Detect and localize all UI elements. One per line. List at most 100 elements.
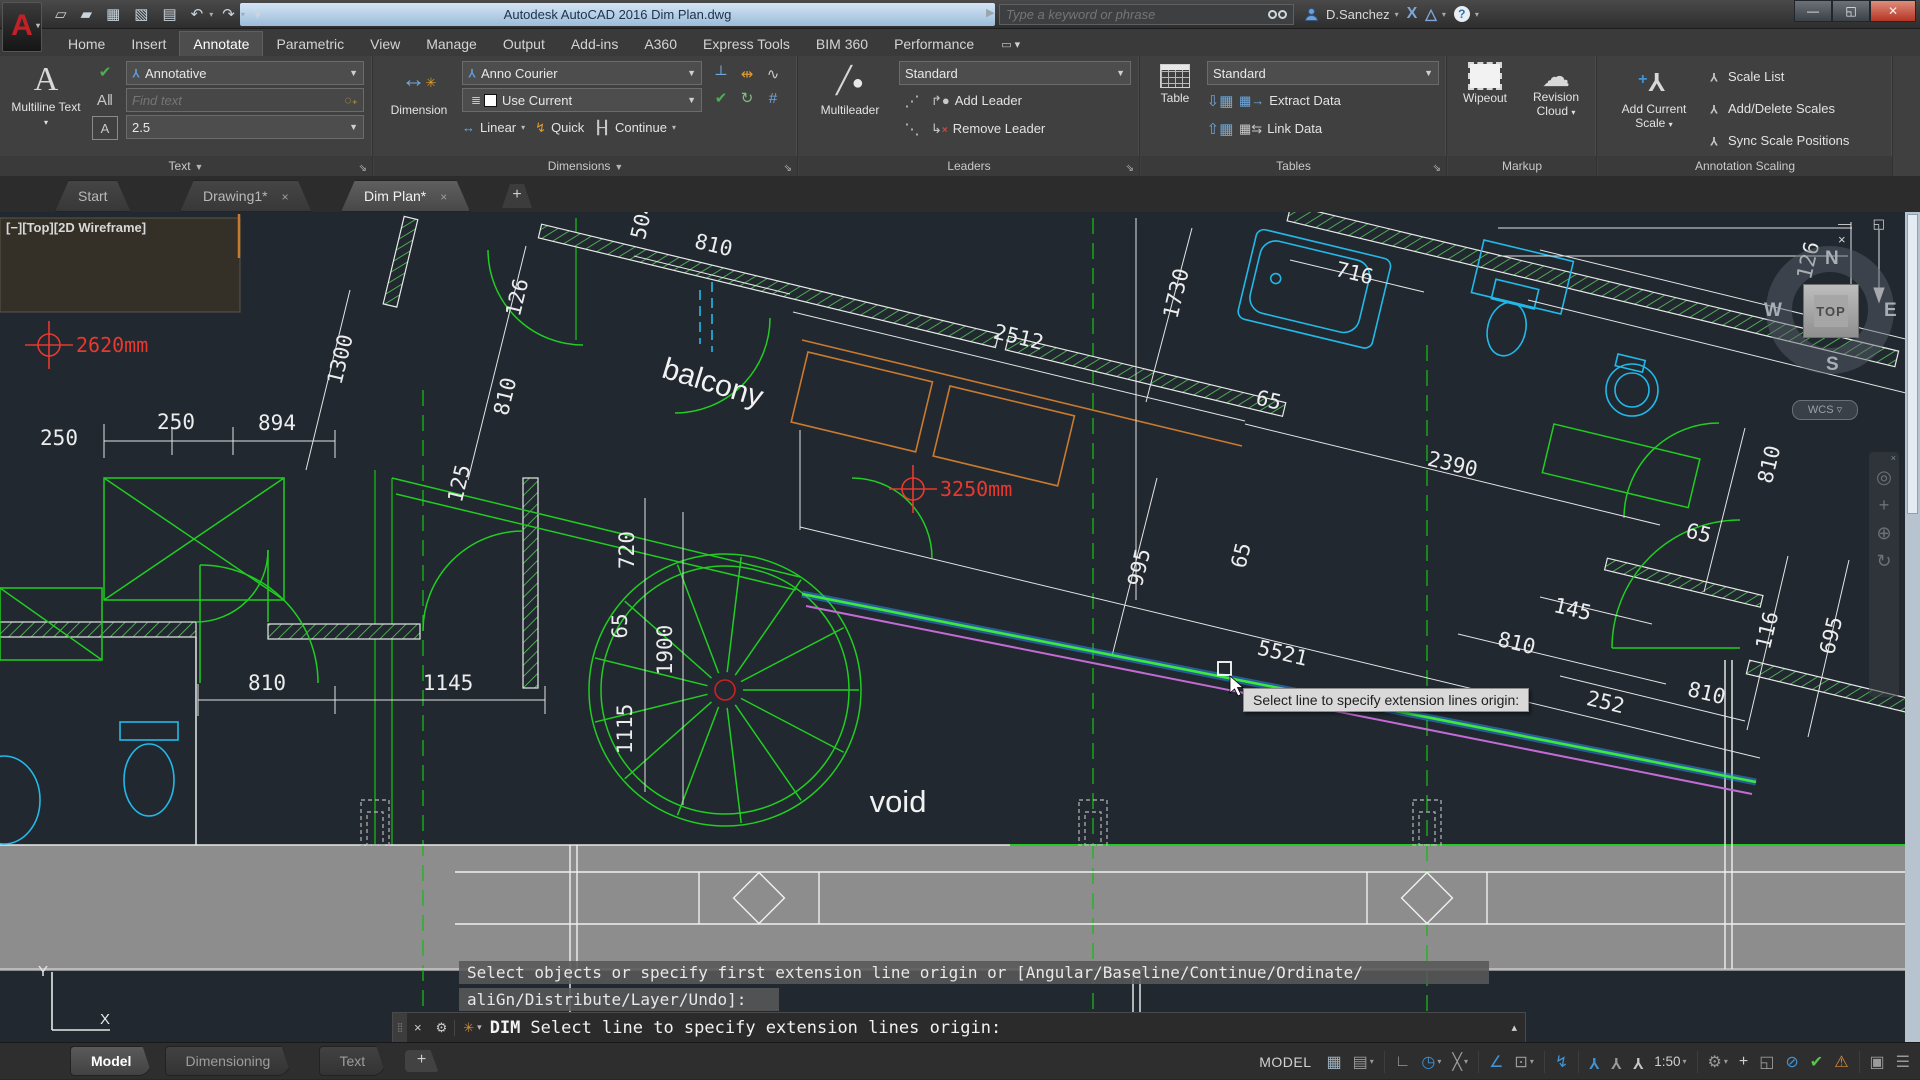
dimension-break-icon[interactable]: ┴ [708,62,734,86]
multiline-text-button[interactable]: A Multiline Text ▾ [10,60,82,128]
inspect-icon[interactable]: ✔ [708,86,734,110]
upload-data-icon[interactable]: ⇧▦ [1207,117,1233,141]
table-style-dropdown[interactable]: Standard▼ [1207,61,1439,85]
customization-icon[interactable]: ☰ [1892,1050,1914,1074]
link-data-button[interactable]: ▦⇆ Link Data [1239,116,1322,141]
redo-icon[interactable]: ↷ [217,4,240,24]
viewcube[interactable]: N W E S TOP [1758,238,1906,388]
plot-icon[interactable]: ▤ [157,4,181,24]
tab-close-icon[interactable]: × [440,190,447,204]
snap-icon[interactable]: ▤▾ [1349,1050,1378,1074]
file-tab-drawing1-[interactable]: Drawing1*× [180,180,312,212]
dynamic-input-icon[interactable]: ↯ [1551,1050,1572,1074]
text-style-dropdown[interactable]: Y Annotative▼ [126,61,364,85]
close-button[interactable]: ✕ [1870,0,1916,22]
viewcube-north[interactable]: N [1825,248,1839,270]
table-button[interactable]: Table [1149,64,1201,105]
tab-close-icon[interactable]: × [282,190,289,204]
leader-align-icon[interactable]: ⋰ [899,89,925,113]
ribbon-tab-bim-360[interactable]: BIM 360 [803,32,881,56]
check-spelling-icon[interactable]: ✔ [92,60,118,84]
wipeout-button[interactable]: Wipeout [1454,64,1516,105]
ribbon-tab-insert[interactable]: Insert [118,32,179,56]
dimension-style-dropdown[interactable]: Y Anno Courier▼ [462,61,702,85]
annotation-scale-icon[interactable]: Y [1629,1051,1648,1073]
scrollbar-thumb[interactable] [1907,214,1918,514]
new-layout-button[interactable]: + [405,1050,439,1072]
vertical-scrollbar[interactable] [1905,212,1920,1042]
viewcube-top-face[interactable]: TOP [1803,284,1859,338]
object-snap-icon[interactable]: ⊡▾ [1510,1050,1537,1074]
ribbon-tab-annotate[interactable]: Annotate [179,31,263,56]
ortho-icon[interactable]: ∟ [1391,1051,1415,1073]
autoscale-icon[interactable]: Y [1607,1051,1626,1073]
panel-annotation-scaling-footer[interactable]: Annotation Scaling [1598,156,1893,176]
table-from-data-icon[interactable]: ⇩▦ [1207,89,1233,113]
navigation-bar[interactable]: × ◎ + ⊕ ↻ [1869,452,1899,697]
annotation-visibility-icon[interactable]: Y [1585,1051,1604,1073]
panel-leaders-footer[interactable]: Leaders ⇘ [799,156,1140,176]
help-caret-icon[interactable]: ▾ [1475,10,1479,19]
leader-collect-icon[interactable]: ⋱ [899,117,925,141]
command-recent-caret-icon[interactable]: ▾ [477,1022,482,1033]
pan-icon[interactable]: + [1879,496,1890,514]
workspace-icon[interactable]: ⚙▾ [1704,1050,1732,1074]
polar-tracking-icon[interactable]: ◷▾ [1417,1050,1445,1074]
panel-dimensions-footer[interactable]: Dimensions▼ ⇘ [374,156,798,176]
viewport-controls[interactable]: [−][Top][2D Wireframe] [6,220,146,235]
clean-screen-icon[interactable]: ▣ [1866,1050,1889,1074]
ribbon-display-toggle-icon[interactable]: ▭ ▾ [1001,38,1020,56]
new-file-icon[interactable]: ▱ [50,4,72,24]
ribbon-tab-performance[interactable]: Performance [881,32,987,56]
viewcube-south[interactable]: S [1826,354,1839,376]
annotation-alert-icon[interactable]: ⚠ [1830,1050,1852,1074]
minimize-button[interactable]: — [1794,0,1832,22]
reassociate-icon[interactable]: # [760,86,786,110]
add-current-scale-button[interactable]: +Y Add Current Scale ▾ [1606,60,1702,130]
extract-data-button[interactable]: ▦→ Extract Data [1239,88,1341,113]
text-height-dropdown[interactable]: 2.5▼ [126,115,364,139]
qat-menu-icon[interactable]: ▾ [249,4,267,24]
find-text-search-icon[interactable]: ◌₊ [345,93,358,107]
save-as-icon[interactable]: ▧ [129,4,153,24]
linear-dimension-button[interactable]: ↔ Linear▾ [462,115,525,140]
command-drag-handle[interactable]: ⣿ [393,1013,407,1042]
undo-icon[interactable]: ↶ [186,4,209,24]
search-expand-icon[interactable]: ▶ [986,6,994,19]
command-customize-icon[interactable]: ⚙ [429,1020,455,1036]
redo-icon-caret[interactable]: ▾ [241,10,245,19]
find-text-input[interactable] [132,93,345,108]
ribbon-tab-a360[interactable]: A360 [631,32,690,56]
a360-icon[interactable]: △ [1425,5,1437,23]
drawing-area[interactable]: 2620mm3250mm 504810126130081012525121730… [0,212,1920,1042]
command-close-icon[interactable]: × [407,1020,429,1035]
a360-caret-icon[interactable]: ▾ [1442,10,1446,19]
zoom-icon[interactable]: ⊕ [1876,524,1891,542]
ribbon-tab-manage[interactable]: Manage [413,32,490,56]
add-delete-scales-button[interactable]: Y Add/Delete Scales [1710,96,1849,121]
quick-dimension-button[interactable]: ↯ Quick [535,115,584,140]
viewcube-west[interactable]: W [1764,300,1782,322]
wcs-menu[interactable]: WCS ▿ [1792,400,1858,420]
orbit-icon[interactable]: ↻ [1876,552,1891,570]
steering-wheel-icon[interactable]: ◎ [1876,468,1892,486]
save-icon[interactable]: ▦ [101,4,125,24]
isodraft-icon[interactable]: ╳▾ [1448,1050,1472,1074]
revision-cloud-button[interactable]: ☁ Revision Cloud ▾ [1522,64,1590,118]
command-line[interactable]: ⣿ × ⚙ ✳ ▾ DIMSelect line to specify exte… [392,1012,1526,1043]
grid-icon[interactable]: ▦ [1322,1050,1345,1074]
open-file-icon[interactable]: ▰ [76,4,98,24]
plan-geometry[interactable] [0,250,1740,845]
quick-properties-icon[interactable]: ◱ [1755,1050,1778,1074]
panel-markup-footer[interactable]: Markup [1448,156,1597,176]
annotation-monitor-icon[interactable]: + [1735,1051,1752,1073]
ribbon-tab-express-tools[interactable]: Express Tools [690,32,803,56]
scale-list-button[interactable]: Y Scale List [1710,64,1849,89]
remove-leader-button[interactable]: ↳× Remove Leader [931,116,1045,141]
object-snap-tracking-icon[interactable]: ∠ [1485,1050,1507,1074]
continue-dimension-button[interactable]: ┠┨ Continue▾ [594,115,676,140]
walls[interactable] [0,212,1920,716]
ribbon-tab-home[interactable]: Home [55,32,118,56]
layout-tab-text[interactable]: Text [319,1046,387,1076]
save-status-icon[interactable]: ✔ [1806,1050,1827,1074]
